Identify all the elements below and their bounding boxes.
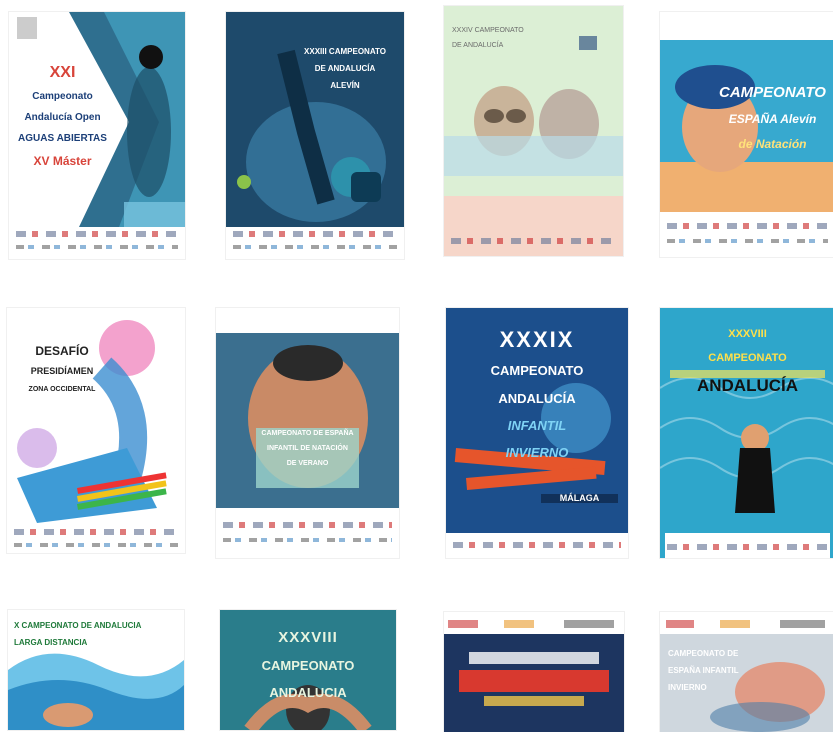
sponsor-strip bbox=[16, 245, 178, 249]
poster-image bbox=[7, 308, 185, 553]
sponsor-strip bbox=[667, 239, 828, 243]
poster-image bbox=[220, 610, 396, 730]
poster-image bbox=[444, 6, 623, 256]
poster-image bbox=[660, 12, 833, 212]
poster-image bbox=[444, 612, 624, 732]
sponsor-strip bbox=[14, 529, 178, 535]
poster-image bbox=[216, 308, 399, 508]
poster-image bbox=[8, 610, 184, 730]
sponsor-strip bbox=[14, 543, 178, 547]
poster-image bbox=[660, 612, 833, 732]
poster-espana-alevin[interactable]: CAMPEONATO ESPAÑA Alevín de Natación bbox=[660, 12, 833, 257]
sponsor-strip bbox=[453, 542, 621, 548]
poster-image bbox=[660, 308, 833, 558]
sponsor-strip bbox=[223, 538, 392, 542]
sponsor-strip bbox=[451, 238, 616, 244]
poster-xxxviii-andalucia-pool[interactable]: XXXVIII CAMPEONATO ANDALUCÍA bbox=[660, 308, 833, 558]
poster-aguas-abiertas[interactable]: XXI Campeonato Andalucía Open AGUAS ABIE… bbox=[9, 12, 185, 259]
sponsor-strip bbox=[233, 245, 397, 249]
poster-xxxviii-andalucia-goggles[interactable]: XXXVIII CAMPEONATO ANDALUCIA bbox=[220, 610, 396, 730]
sponsor-strip bbox=[667, 223, 828, 229]
poster-image bbox=[226, 12, 404, 227]
poster-xxxix-infantil-invierno[interactable]: XXXIX CAMPEONATO ANDALUCÍA INFANTIL INVI… bbox=[446, 308, 628, 558]
poster-espana-infantil-invierno[interactable]: CAMPEONATO DE ESPAÑA INFANTIL INVIERNO bbox=[660, 612, 833, 732]
poster-larga-distancia[interactable]: X CAMPEONATO DE ANDALUCIA LARGA DISTANCI… bbox=[8, 610, 184, 730]
sponsor-strip bbox=[667, 544, 828, 550]
poster-event-dark[interactable] bbox=[444, 612, 624, 732]
poster-espana-infantil-verano[interactable]: CAMPEONATO DE ESPAÑA INFANTIL DE NATACIÓ… bbox=[216, 308, 399, 558]
poster-xxxiv-andalucia[interactable]: XXXIV CAMPEONATO DE ANDALUCÍA bbox=[444, 6, 623, 256]
poster-desafio[interactable]: DESAFÍO PRESIDÍAMEN ZONA OCCIDENTAL bbox=[7, 308, 185, 553]
sponsor-strip bbox=[16, 231, 178, 237]
poster-image bbox=[446, 308, 628, 558]
poster-image bbox=[9, 12, 185, 259]
poster-alevin-andalucia[interactable]: XXXIII CAMPEONATO DE ANDALUCÍA ALEVÍN bbox=[226, 12, 404, 259]
sponsor-strip bbox=[223, 522, 392, 528]
sponsor-strip bbox=[233, 231, 397, 237]
